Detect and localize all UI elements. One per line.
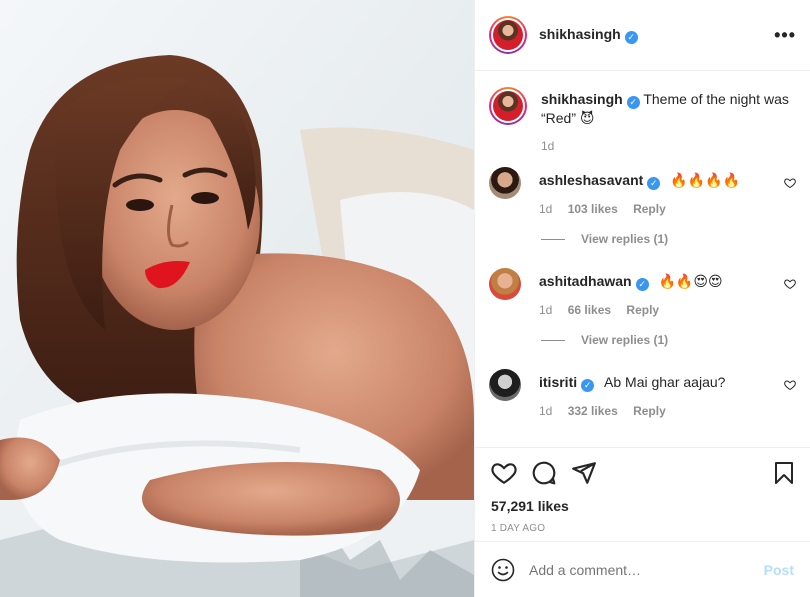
commenter-username[interactable]: ashitadhawan — [539, 273, 632, 289]
comment-item: ashitadhawan ✓ 🔥🔥😍😍 1d 66 likes Reply — [489, 268, 796, 319]
emoji-icon[interactable] — [491, 558, 515, 582]
comment-text: Ab Mai ghar aajau? — [604, 374, 726, 390]
verified-badge-icon: ✓ — [647, 177, 661, 190]
bookmark-icon[interactable] — [772, 460, 796, 486]
post-detail-panel: shikhasingh ✓ ••• shikhasingh ✓ Theme of t… — [474, 0, 810, 597]
comment-item: ashleshasavant ✓ 🔥🔥🔥🔥 1d 103 likes Reply — [489, 167, 796, 218]
view-replies-button[interactable]: View replies (1) — [541, 232, 796, 246]
post-comment-button[interactable]: Post — [764, 562, 794, 578]
caption-meta: 1d — [541, 139, 801, 153]
share-icon[interactable] — [571, 460, 597, 486]
post-header: shikhasingh ✓ ••• — [475, 0, 810, 71]
comment-icon[interactable] — [531, 460, 557, 486]
author-avatar-image — [493, 20, 523, 50]
author-username[interactable]: shikhasingh — [539, 26, 621, 42]
more-options-icon[interactable]: ••• — [774, 25, 796, 46]
author-name-wrap: shikhasingh ✓ — [539, 26, 638, 44]
action-icons — [491, 460, 796, 486]
replies-divider — [541, 238, 565, 240]
likes-count[interactable]: 57,291 likes — [491, 498, 796, 514]
caption-author-avatar-image — [493, 91, 523, 121]
view-replies-label: View replies (1) — [581, 232, 669, 246]
caption-time[interactable]: 1d — [541, 139, 554, 153]
comment-time[interactable]: 1d — [539, 202, 552, 216]
comment-like-heart-icon[interactable] — [784, 278, 796, 290]
commenter-avatar[interactable] — [489, 268, 521, 300]
commenter-username[interactable]: ashleshasavant — [539, 172, 643, 188]
commenter-avatar[interactable] — [489, 369, 521, 401]
verified-badge-icon: ✓ — [626, 96, 640, 109]
caption-username[interactable]: shikhasingh — [541, 91, 623, 107]
comment-like-heart-icon[interactable] — [784, 379, 796, 391]
verified-badge-icon: ✓ — [635, 278, 649, 291]
comment-text: 🔥🔥🔥🔥 — [670, 172, 740, 188]
view-replies-button[interactable]: View replies (1) — [541, 333, 796, 347]
comment-item: itisriti ✓ Ab Mai ghar aajau? 1d 332 like… — [489, 369, 796, 420]
replies-divider — [541, 339, 565, 341]
verified-badge-icon: ✓ — [581, 379, 595, 392]
comment-likes[interactable]: 332 likes — [568, 404, 618, 418]
reply-button[interactable]: Reply — [633, 202, 666, 216]
comment-meta: 1d 103 likes Reply — [539, 200, 740, 218]
caption-author-avatar[interactable] — [489, 87, 527, 125]
post-timestamp[interactable]: 1 DAY AGO — [491, 523, 796, 534]
view-replies-label: View replies (1) — [581, 333, 669, 347]
add-comment-bar: Post — [475, 541, 810, 597]
add-comment-input[interactable] — [529, 561, 764, 578]
comment-likes[interactable]: 103 likes — [568, 202, 618, 216]
author-avatar[interactable] — [489, 16, 527, 54]
caption: shikhasingh ✓ Theme of the night was “Red… — [489, 87, 796, 153]
post-photo[interactable] — [0, 0, 474, 597]
comment-text: 🔥🔥😍😍 — [658, 273, 723, 289]
comment-time[interactable]: 1d — [539, 303, 552, 317]
commenter-avatar[interactable] — [489, 167, 521, 199]
verified-badge-icon: ✓ — [624, 31, 638, 44]
comment-meta: 1d 332 likes Reply — [539, 402, 725, 420]
commenter-username[interactable]: itisriti — [539, 374, 577, 390]
comment-like-heart-icon[interactable] — [784, 177, 796, 189]
comments-list[interactable]: shikhasingh ✓ Theme of the night was “Red… — [475, 71, 810, 447]
post-actions: 57,291 likes 1 DAY AGO — [475, 447, 810, 541]
caption-text-block: shikhasingh ✓ Theme of the night was “Red… — [541, 87, 801, 127]
comment-meta: 1d 66 likes Reply — [539, 301, 723, 319]
post-image — [0, 0, 474, 597]
comment-time[interactable]: 1d — [539, 404, 552, 418]
reply-button[interactable]: Reply — [633, 404, 666, 418]
reply-button[interactable]: Reply — [626, 303, 659, 317]
heart-icon[interactable] — [491, 460, 517, 486]
comment-likes[interactable]: 66 likes — [568, 303, 611, 317]
